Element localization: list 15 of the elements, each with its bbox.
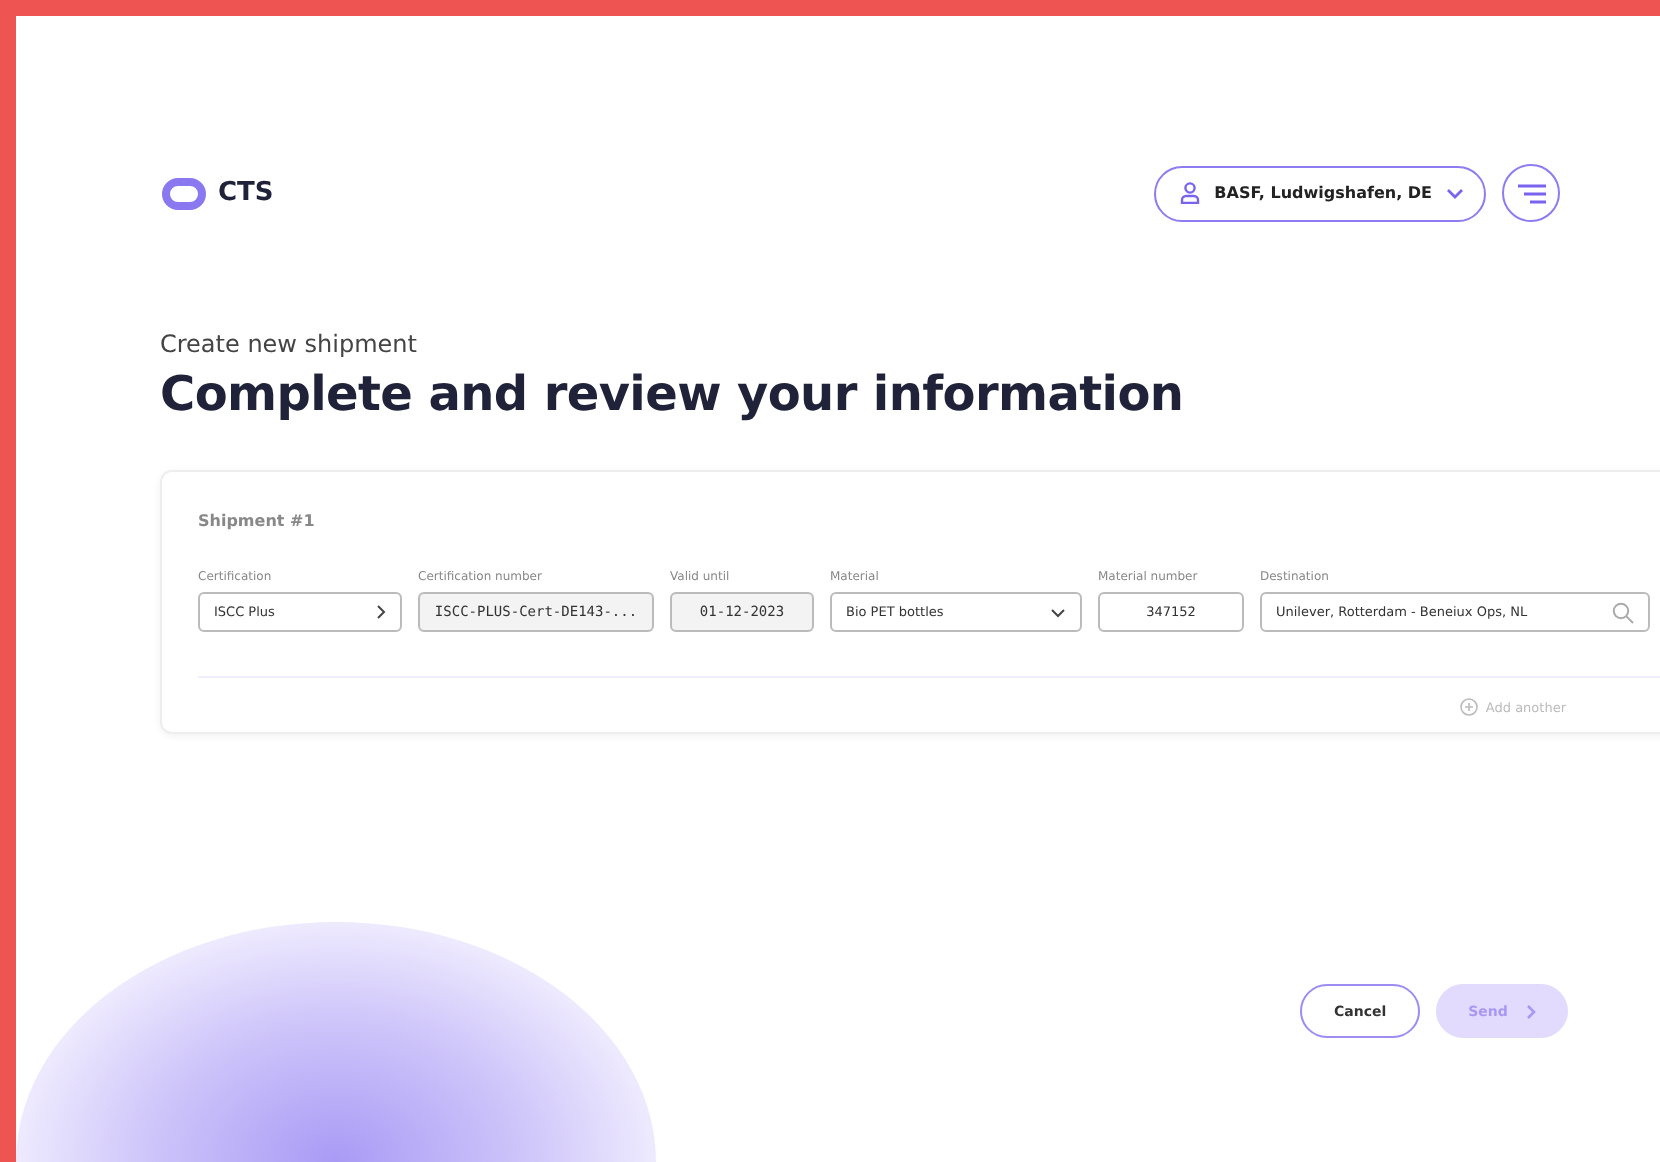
user-icon xyxy=(1180,182,1201,204)
chevron-down-icon xyxy=(1050,607,1066,617)
page-subtitle: Create new shipment xyxy=(160,330,419,358)
menu-icon xyxy=(1517,183,1545,203)
plus-circle-icon xyxy=(1459,698,1478,716)
menu-button[interactable] xyxy=(1502,164,1560,222)
account-selector[interactable]: BASF, Ludwigshafen, DE xyxy=(1154,165,1486,221)
logo-icon xyxy=(160,175,208,211)
search-icon xyxy=(1612,601,1634,623)
chevron-down-icon xyxy=(1446,187,1464,199)
chevron-right-icon xyxy=(1525,1003,1536,1019)
page-title: Complete and review your information xyxy=(160,366,1186,422)
shipment-title: Shipment #1 xyxy=(198,512,317,530)
logo-text: CTS xyxy=(218,178,274,208)
chevron-right-icon xyxy=(376,604,386,620)
